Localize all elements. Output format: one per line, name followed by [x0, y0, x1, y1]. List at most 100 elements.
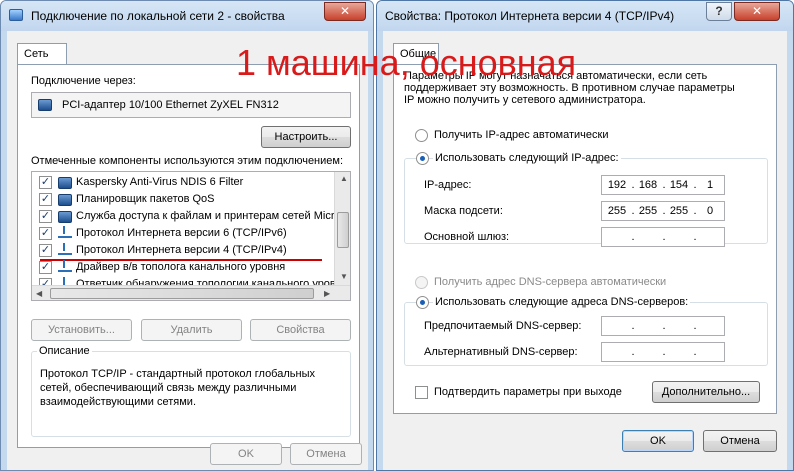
scroll-down-icon[interactable]: ▼	[340, 272, 348, 281]
component-checkbox[interactable]: ✓	[39, 261, 52, 274]
advanced-button[interactable]: Дополнительно...	[652, 381, 760, 403]
properties-button[interactable]: Свойства	[250, 319, 351, 341]
ip-dot: .	[662, 231, 666, 243]
help-icon[interactable]: ?	[706, 2, 732, 21]
advanced-button-label: Дополнительно...	[661, 386, 751, 398]
horizontal-scrollbar[interactable]: ◀ ▶	[32, 285, 350, 300]
configure-button-label: Настроить...	[274, 131, 338, 143]
component-label: Драйвер в/в тополога канального уровня	[76, 261, 286, 273]
ip-octet: 0	[706, 205, 714, 217]
remove-button-label: Удалить	[170, 324, 213, 336]
ip-dot: .	[662, 320, 666, 332]
auto-ip-radio[interactable]	[415, 129, 428, 142]
network-component-icon	[58, 194, 72, 206]
manual-dns-radio[interactable]	[416, 296, 429, 309]
component-checkbox[interactable]: ✓	[39, 176, 52, 189]
component-checkbox[interactable]: ✓	[39, 193, 52, 206]
ok-button[interactable]: OK	[210, 443, 282, 465]
preferred-dns-label: Предпочитаемый DNS-сервер:	[424, 320, 582, 332]
protocol-icon	[58, 260, 72, 272]
subnet-mask-label: Маска подсети:	[424, 205, 503, 217]
adapter-icon	[38, 99, 52, 111]
vertical-scroll-thumb[interactable]	[337, 212, 349, 248]
ip-octet: 255	[607, 205, 627, 217]
gateway-input[interactable]: . . .	[601, 227, 725, 247]
ip-settings-group: Использовать следующий IP-адрес: IP-адре…	[404, 152, 768, 247]
ip-octet: 154	[669, 179, 689, 191]
subnet-mask-input[interactable]: 255 . 255 . 255 . 0	[601, 201, 725, 221]
ip-dot: .	[631, 346, 635, 358]
ip-address-input[interactable]: 192 . 168 . 154 . 1	[601, 175, 725, 195]
list-item[interactable]: ✓ Kaspersky Anti-Virus NDIS 6 Filter	[32, 174, 336, 191]
auto-dns-label[interactable]: Получить адрес DNS-сервера автоматически	[434, 276, 666, 288]
scroll-up-icon[interactable]: ▲	[340, 174, 348, 183]
description-text: Протокол TCP/IP - стандартный протокол г…	[40, 368, 315, 408]
network-component-icon	[58, 177, 72, 189]
components-list[interactable]: ✓ Kaspersky Anti-Virus NDIS 6 Filter ✓ П…	[31, 171, 351, 301]
ip-dot: .	[693, 320, 697, 332]
annotation-text: 1 машина, основная	[236, 42, 577, 83]
ip-dot: .	[662, 346, 666, 358]
ip-octet: 168	[638, 179, 658, 191]
ip-dot: .	[693, 346, 697, 358]
alternate-dns-label: Альтернативный DNS-сервер:	[424, 346, 578, 358]
list-item[interactable]: ✓ Протокол Интернета версии 6 (TCP/IPv6)	[32, 225, 336, 242]
ip-octet: 192	[607, 179, 627, 191]
close-icon[interactable]: ✕	[734, 2, 780, 21]
cancel-button-label: Отмена	[306, 448, 346, 460]
validate-label[interactable]: Подтвердить параметры при выходе	[434, 386, 622, 398]
component-checkbox[interactable]: ✓	[39, 210, 52, 223]
network-tab-panel: Подключение через: PCI-адаптер 10/100 Et…	[17, 64, 360, 448]
ok-button-label: OK	[650, 435, 666, 447]
component-label: Служба доступа к файлам и принтерам сете…	[76, 210, 341, 222]
auto-ip-label[interactable]: Получить IP-адрес автоматически	[434, 129, 608, 141]
ip-octet: 255	[669, 205, 689, 217]
preferred-dns-input[interactable]: . . .	[601, 316, 725, 336]
dns-settings-group: Использовать следующие адреса DNS-сервер…	[404, 296, 768, 366]
description-title: Описание	[37, 345, 92, 357]
protocol-icon	[58, 226, 72, 238]
ok-button-label: OK	[238, 448, 254, 460]
adapter-name: PCI-адаптер 10/100 Ethernet ZyXEL FN312	[62, 99, 279, 111]
description-group: Описание Протокол TCP/IP - стандартный п…	[31, 345, 351, 437]
ip-dot: .	[631, 231, 635, 243]
list-item[interactable]: ✓ Драйвер в/в тополога канального уровня	[32, 259, 336, 276]
cancel-button[interactable]: Отмена	[703, 430, 777, 452]
scroll-left-icon[interactable]: ◀	[36, 289, 42, 298]
cancel-button[interactable]: Отмена	[290, 443, 362, 465]
list-item[interactable]: ✓ Служба доступа к файлам и принтерам се…	[32, 208, 341, 225]
auto-dns-radio[interactable]	[415, 276, 428, 289]
window-title: Свойства: Протокол Интернета версии 4 (T…	[385, 9, 675, 23]
manual-ip-radio[interactable]	[416, 152, 429, 165]
component-label: Протокол Интернета версии 4 (TCP/IPv4)	[76, 244, 287, 256]
component-checkbox[interactable]: ✓	[39, 244, 52, 257]
title-bar[interactable]: Свойства: Протокол Интернета версии 4 (T…	[377, 1, 793, 31]
tab-network[interactable]: Сеть	[17, 43, 67, 65]
list-item[interactable]: ✓ Протокол Интернета версии 4 (TCP/IPv4)	[32, 242, 336, 261]
install-button[interactable]: Установить...	[31, 319, 132, 341]
title-bar[interactable]: Подключение по локальной сети 2 - свойст…	[1, 1, 373, 31]
components-label: Отмеченные компоненты используются этим …	[31, 155, 344, 167]
component-label: Kaspersky Anti-Virus NDIS 6 Filter	[76, 176, 244, 188]
component-label: Планировщик пакетов QoS	[76, 193, 215, 205]
manual-dns-label[interactable]: Использовать следующие адреса DNS-сервер…	[433, 296, 691, 308]
configure-button[interactable]: Настроить...	[261, 126, 351, 148]
manual-ip-label[interactable]: Использовать следующий IP-адрес:	[433, 152, 621, 164]
vertical-scrollbar[interactable]: ▲ ▼	[334, 172, 350, 285]
tab-network-label: Сеть	[24, 48, 49, 60]
adapter-field: PCI-адаптер 10/100 Ethernet ZyXEL FN312	[31, 92, 351, 118]
remove-button[interactable]: Удалить	[141, 319, 242, 341]
window-title: Подключение по локальной сети 2 - свойст…	[31, 9, 285, 23]
component-checkbox[interactable]: ✓	[39, 227, 52, 240]
alternate-dns-input[interactable]: . . .	[601, 342, 725, 362]
cancel-button-label: Отмена	[720, 435, 760, 447]
list-item[interactable]: ✓ Планировщик пакетов QoS	[32, 191, 336, 208]
ok-button[interactable]: OK	[622, 430, 694, 452]
close-icon[interactable]: ✕	[324, 2, 366, 21]
horizontal-scroll-thumb[interactable]	[50, 288, 314, 299]
network-adapter-icon	[9, 9, 23, 21]
validate-checkbox[interactable]	[415, 386, 428, 399]
gateway-label: Основной шлюз:	[424, 231, 510, 243]
scroll-right-icon[interactable]: ▶	[324, 289, 330, 298]
component-label: Протокол Интернета версии 6 (TCP/IPv6)	[76, 227, 287, 239]
